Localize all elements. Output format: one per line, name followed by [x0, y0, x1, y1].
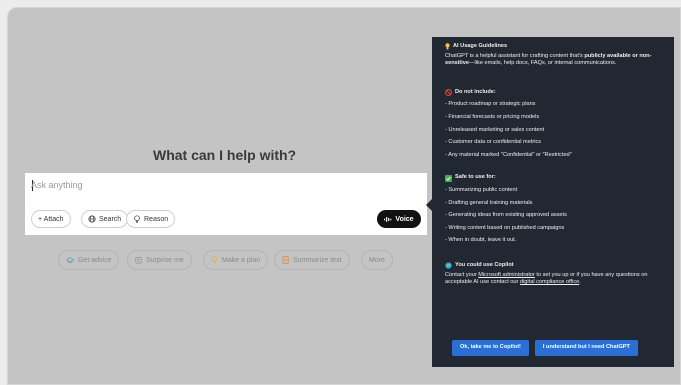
suggestion-label: Make a plan	[222, 256, 261, 264]
copilot-title: You could use Copilot	[455, 261, 514, 268]
page-heading: What can I help with?	[153, 147, 297, 163]
document-icon	[282, 256, 289, 264]
exclude-title: Do not include:	[455, 88, 496, 95]
go-to-copilot-button[interactable]: Ok, take me to Copilot!	[452, 340, 529, 356]
intro-text-end: —like emails, help docs, FAQs, or intern…	[468, 60, 617, 67]
suggestion-label: Get advice	[78, 256, 112, 264]
copilot-text: Contact your Microsoft administrator to …	[445, 272, 664, 287]
suggestion-summarize-text[interactable]: Summarize text	[274, 250, 350, 270]
lightbulb-icon	[211, 256, 218, 264]
copilot-text-a: Contact your	[445, 271, 479, 278]
check-mark-icon	[445, 174, 452, 182]
continue-chatgpt-button[interactable]: I understand but I need ChatGPT	[534, 340, 638, 356]
exclude-item: - Product roadmap or strategic plans	[445, 101, 536, 108]
safe-heading: Safe to use for:	[445, 174, 664, 182]
suggestion-more[interactable]: More	[361, 250, 393, 270]
prohibited-icon	[445, 89, 452, 97]
safe-item: - Writing content based on published cam…	[445, 224, 565, 231]
gift-icon	[135, 257, 142, 264]
voice-wave-icon	[384, 216, 392, 222]
guidelines-intro: ChatGPT is a helpful assistant for craft…	[445, 53, 664, 68]
lightbulb-icon	[445, 43, 450, 50]
exclude-item: - Unreleased marketing or sales content	[445, 126, 545, 133]
safe-item: - Drafting general training materials	[445, 199, 533, 206]
voice-label: Voice	[395, 215, 414, 223]
voice-button[interactable]: Voice	[377, 210, 421, 228]
copilot-icon	[445, 262, 452, 269]
intro-text: ChatGPT is a helpful assistant for craft…	[445, 52, 585, 59]
reason-button[interactable]: Reason	[126, 210, 176, 228]
safe-item: - Summarizing public content	[445, 186, 518, 193]
guidelines-title: AI Usage Guidelines	[453, 43, 508, 49]
copilot-heading: You could use Copilot	[445, 262, 664, 270]
exclude-heading: Do not include:	[445, 89, 664, 97]
ai-usage-guidelines-panel: AI Usage Guidelines ChatGPT is a helpful…	[432, 37, 674, 367]
copilot-text-c: .	[579, 279, 581, 286]
attach-label: + Attach	[38, 215, 64, 223]
attach-button[interactable]: + Attach	[31, 210, 71, 228]
reason-label: Reason	[144, 215, 169, 223]
search-label: Search	[99, 215, 122, 223]
prompt-composer: + Attach Search Reason Voice	[25, 173, 427, 235]
graduation-cap-icon	[66, 256, 74, 263]
panel-actions: Ok, take me to Copilot! I understand but…	[452, 340, 638, 356]
exclude-item: - Any material marked "Confidential" or …	[445, 151, 572, 158]
prompt-input[interactable]	[31, 180, 331, 190]
safe-title: Safe to use for:	[455, 174, 496, 181]
suggestion-surprise-me[interactable]: Surprise me	[127, 250, 192, 270]
digital-compliance-office-link[interactable]: digital compliance office	[520, 279, 579, 285]
suggestion-make-a-plan[interactable]: Make a plan	[203, 250, 269, 270]
microsoft-administrator-link[interactable]: Microsoft administrator	[478, 272, 535, 278]
guidelines-heading: AI Usage Guidelines	[445, 43, 664, 51]
safe-item: - Generating ideas from existing approve…	[445, 212, 567, 219]
safe-item: - When in doubt, leave it out.	[445, 237, 517, 244]
suggestion-label: Surprise me	[146, 256, 184, 264]
suggestion-label: More	[369, 256, 385, 264]
lightbulb-icon	[134, 215, 140, 223]
suggestion-label: Summarize text	[293, 256, 342, 264]
suggestion-get-advice[interactable]: Get advice	[58, 250, 120, 270]
search-button[interactable]: Search	[81, 210, 129, 228]
exclude-item: - Financial forecasts or pricing models	[445, 113, 540, 120]
globe-icon	[88, 215, 96, 223]
exclude-item: - Customer data or confidential metrics	[445, 139, 542, 146]
